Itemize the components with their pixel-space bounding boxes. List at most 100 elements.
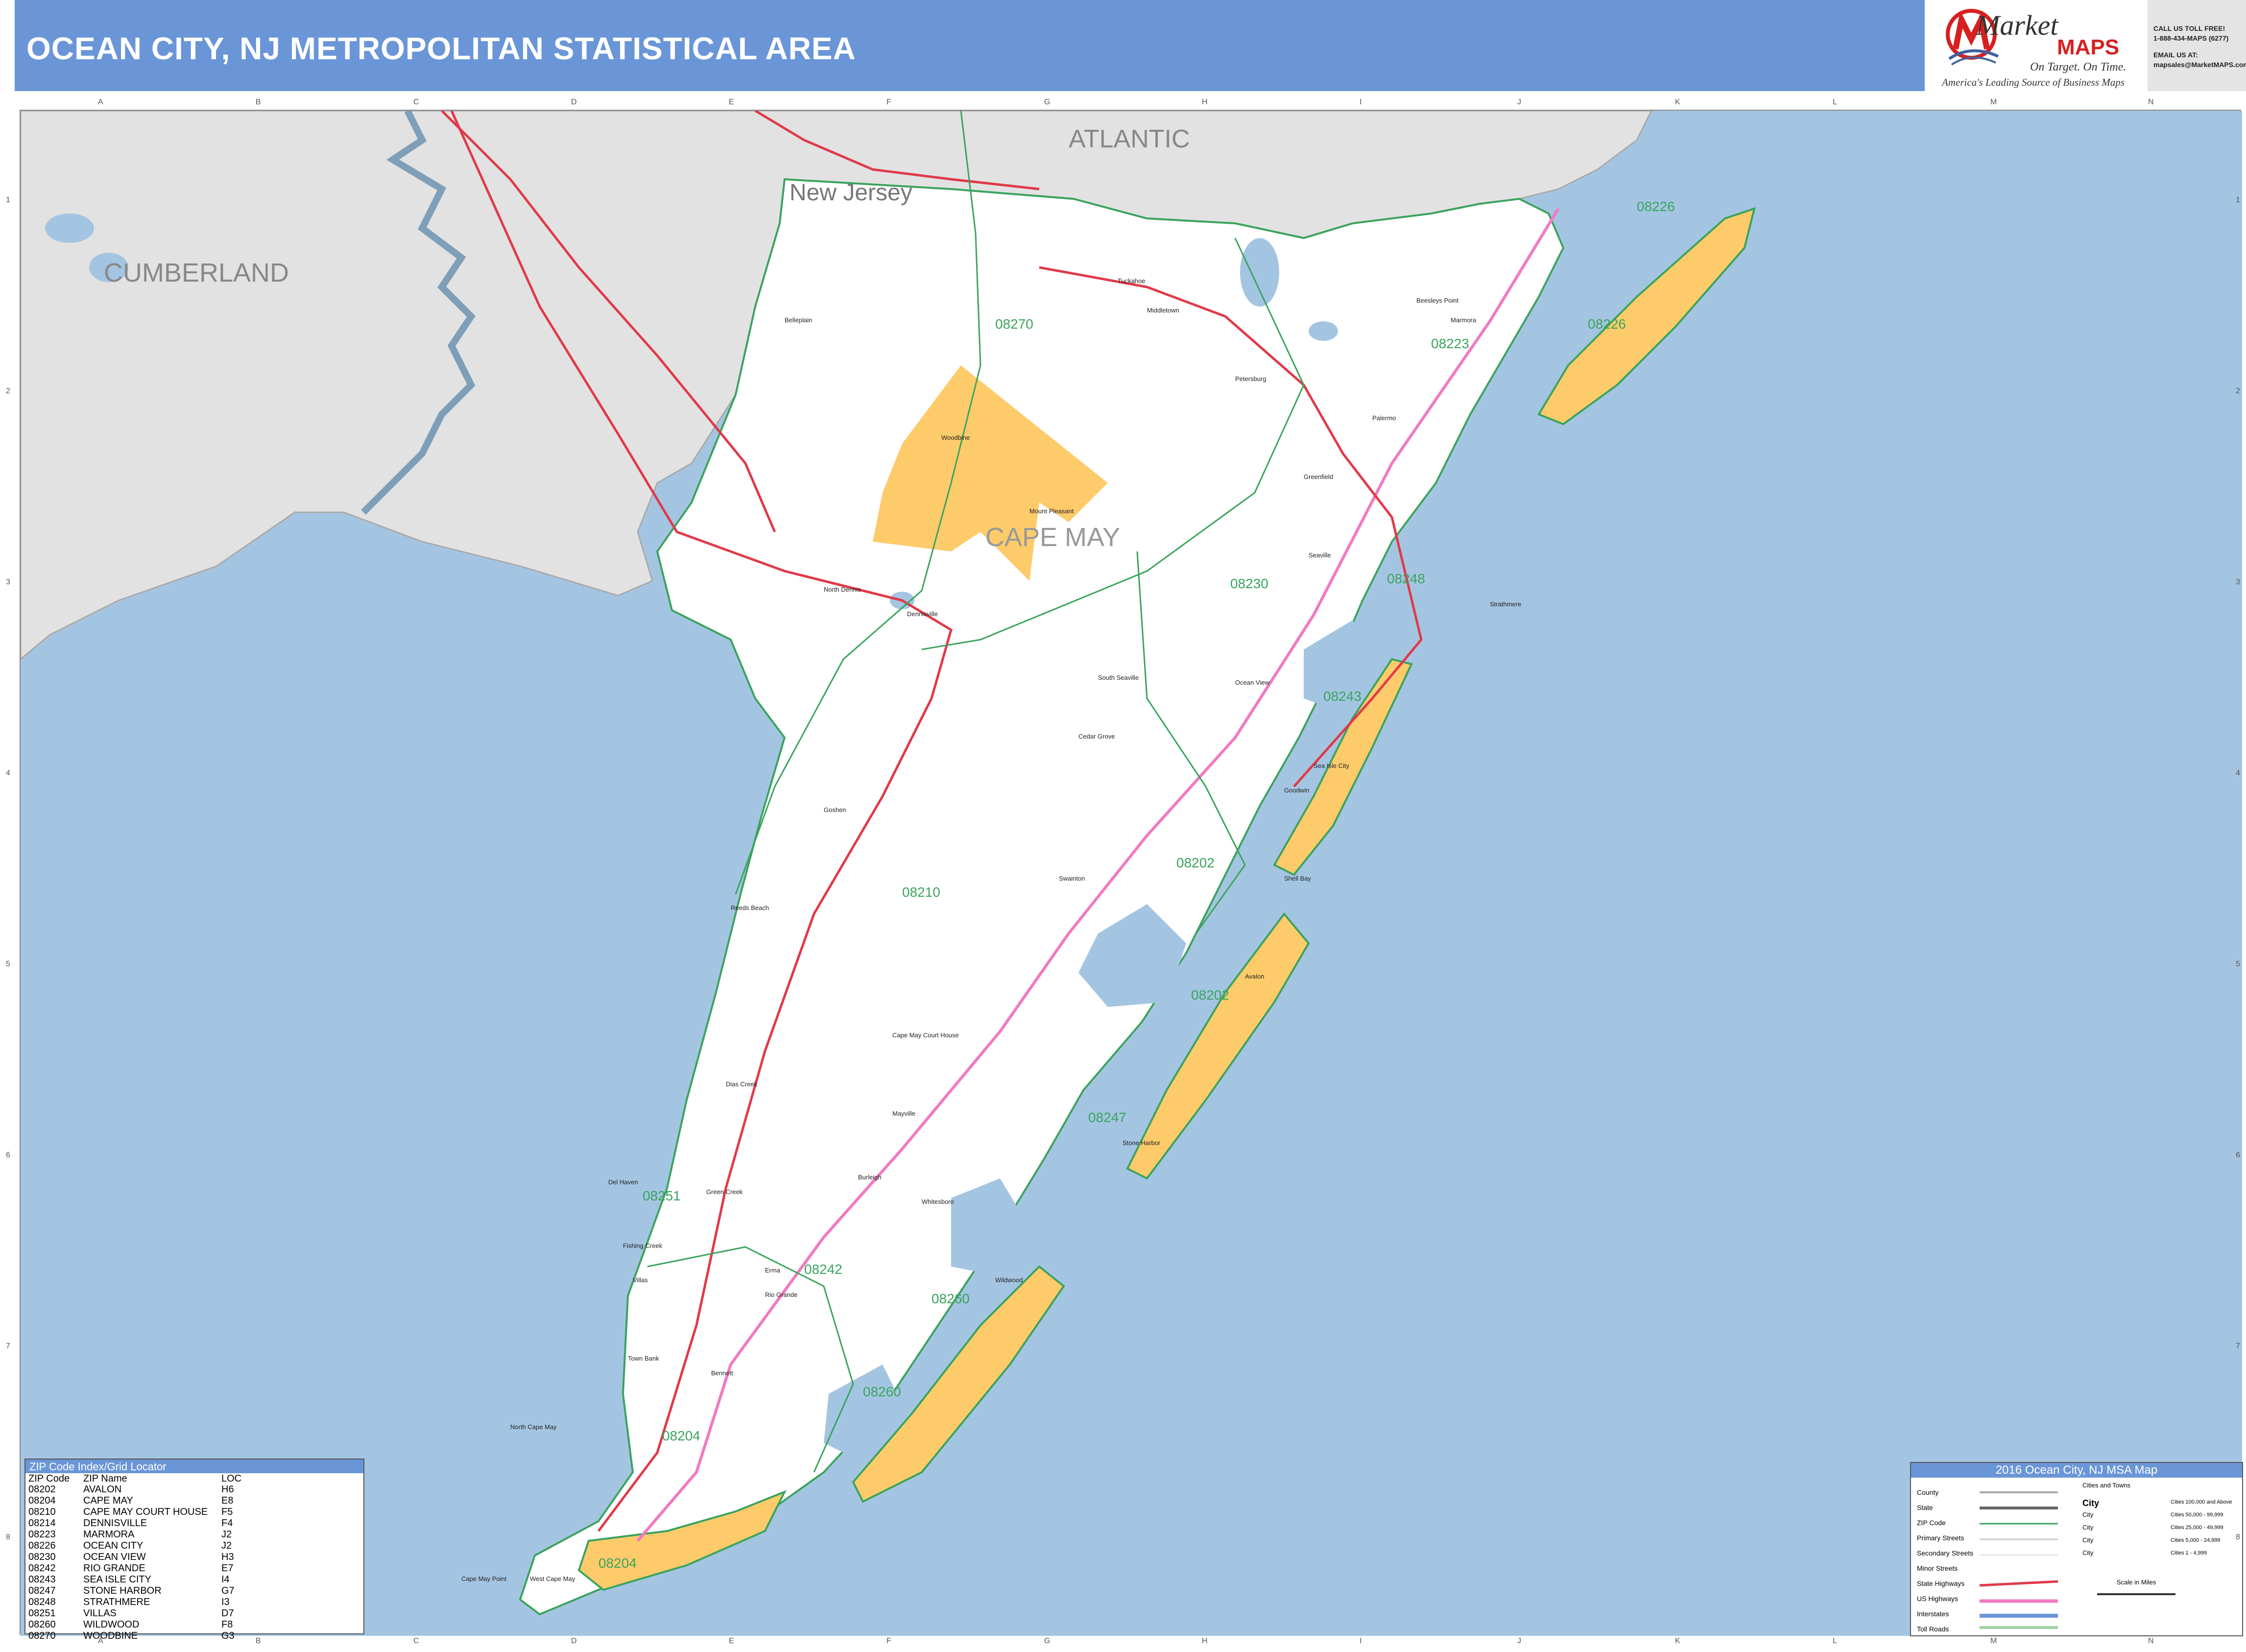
contact-phone[interactable]: 1-888-434-MAPS (6277)	[2153, 34, 2228, 42]
legend-scale: Scale in Miles	[2117, 1579, 2156, 1586]
contact-email[interactable]: mapsales@MarketMAPS.com	[2153, 61, 2246, 69]
zip-index-cell: F4	[221, 1518, 233, 1529]
header-bar: OCEAN CITY, NJ METROPOLITAN STATISTICAL …	[15, 0, 1925, 91]
town-label: Marmora	[1451, 316, 1477, 324]
zip-label: 08210	[902, 885, 940, 900]
zip-index-cell: RIO GRANDE	[83, 1563, 145, 1574]
grid-number: 5	[2236, 960, 2240, 968]
zip-index-cell: H3	[221, 1552, 234, 1562]
zip-index-cell: AVALON	[83, 1484, 122, 1495]
town-label: Strathmere	[1490, 600, 1522, 608]
town-label: Rio Grande	[765, 1291, 798, 1298]
zip-index-cell: J2	[221, 1529, 232, 1540]
town-label: Whitesboro	[922, 1198, 954, 1205]
zip-index-cell: 08214	[28, 1518, 56, 1529]
zip-label: 08270	[995, 316, 1033, 332]
zip-index-cell: 08247	[28, 1585, 56, 1596]
zip-index-cell: 08248	[28, 1597, 56, 1607]
grid-number: 8	[6, 1533, 10, 1541]
grid-number: 7	[6, 1342, 10, 1350]
zip-label: 08204	[598, 1556, 637, 1571]
grid-number: 1	[2236, 196, 2240, 204]
grid-number: 8	[2236, 1533, 2240, 1541]
grid-letter: D	[571, 98, 577, 106]
town-label: Goshen	[824, 806, 846, 814]
zip-index-row: 08270 WOODBINE G3	[25, 1630, 363, 1642]
logo-slogan: On Target. On Time.	[2030, 61, 2127, 73]
zip-label: 08251	[643, 1188, 681, 1203]
zip-index-table: ZIP Code Index/Grid Locator ZIP Code ZIP…	[24, 1459, 364, 1641]
grid-letter: M	[1990, 1637, 1997, 1645]
zip-index-cell: OCEAN VIEW	[83, 1552, 146, 1562]
town-label: Swainton	[1059, 875, 1085, 882]
grid-letter: H	[1202, 98, 1208, 106]
town-label: South Seaville	[1098, 674, 1139, 681]
town-label: Reeds Beach	[731, 904, 769, 911]
zip-index-row: 08247 STONE HARBOR G7	[25, 1585, 363, 1597]
lake	[1309, 321, 1338, 341]
grid-letter: A	[98, 98, 103, 106]
marketmaps-logo[interactable]: Market MAPS On Target. On Time. America'…	[1927, 0, 2148, 91]
zip-index-cell: I3	[221, 1597, 230, 1607]
logo-word-maps: MAPS	[2057, 35, 2120, 59]
map-title: OCEAN CITY, NJ METROPOLITAN STATISTICAL …	[26, 31, 856, 66]
grid-letter: F	[886, 98, 891, 106]
zip-index-cell: 08251	[28, 1608, 56, 1619]
grid-letter: N	[2148, 1637, 2154, 1645]
zip-index-cell: CAPE MAY	[83, 1495, 133, 1506]
town-label: Palermo	[1372, 414, 1396, 422]
town-label: Middletown	[1147, 307, 1179, 314]
grid-letter: F	[886, 1637, 891, 1645]
zip-index-cell: G7	[221, 1585, 235, 1596]
zip-index-cell: WOODBINE	[83, 1630, 138, 1641]
grid-letter: J	[1517, 1637, 1521, 1645]
town-label: Del Haven	[608, 1178, 638, 1186]
town-label: Petersburg	[1235, 375, 1266, 383]
grid-letter: J	[1517, 98, 1521, 106]
town-label: Burleigh	[858, 1173, 882, 1181]
town-label: Ocean View	[1235, 679, 1269, 686]
grid-number: 2	[6, 387, 10, 395]
town-label: Goodwin	[1284, 787, 1310, 794]
grid-letter: I	[1360, 1637, 1362, 1645]
grid-letter: G	[1044, 1637, 1051, 1645]
logo-tagline: America's Leading Source of Business Map…	[1942, 76, 2125, 88]
zip-index-cell: 08204	[28, 1495, 56, 1506]
zip-index-cell: 08230	[28, 1552, 56, 1562]
zip-label: 08243	[1323, 689, 1362, 704]
grid-letter: G	[1044, 98, 1051, 106]
zip-index-cell: 08270	[28, 1630, 56, 1641]
zip-index-row: 08226 OCEAN CITY J2	[25, 1540, 363, 1552]
zip-index-col-header: LOC	[221, 1473, 242, 1484]
zip-index-cell: STONE HARBOR	[83, 1585, 162, 1596]
zip-index-col-header: ZIP Code	[28, 1473, 70, 1484]
county-label: CUMBERLAND	[104, 258, 289, 287]
map-canvas[interactable]: New Jersey ATLANTIC CUMBERLAND CAPE MAY 0827…	[20, 110, 2242, 1636]
grid-letter: I	[1360, 98, 1362, 106]
zip-index-cell: 08260	[28, 1619, 56, 1630]
zip-index-row: 08242 RIO GRANDE E7	[25, 1563, 363, 1574]
zip-index-cell: I4	[221, 1574, 230, 1585]
zip-index-cell: F8	[221, 1619, 233, 1630]
zip-index-row: 08230 OCEAN VIEW H3	[25, 1552, 363, 1563]
grid-letter: C	[413, 1637, 419, 1645]
zip-label: 08204	[662, 1428, 700, 1443]
zip-index-row: 08248 STRATHMERE I3	[25, 1597, 363, 1608]
town-label: Mount Pleasant	[1029, 507, 1074, 515]
grid-number: 3	[6, 578, 10, 586]
town-label: Woodbine	[941, 434, 970, 441]
zip-label: 08223	[1431, 336, 1469, 351]
map-legend: 2016 Ocean City, NJ MSA Map Cities and T…	[1910, 1462, 2243, 1636]
zip-label: 08242	[804, 1262, 842, 1277]
grid-letter: H	[1202, 1637, 1208, 1645]
grid-letter: K	[1675, 98, 1680, 106]
town-label: Belleplain	[785, 316, 812, 324]
town-label: Avalon	[1245, 973, 1265, 980]
grid-letter: E	[729, 1637, 734, 1645]
town-label: Mayville	[892, 1110, 915, 1117]
zip-index-cell: H6	[221, 1484, 234, 1495]
lake	[1240, 238, 1279, 307]
town-label: Villas	[633, 1276, 648, 1284]
town-label: Seaville	[1309, 551, 1331, 559]
grid-letter: E	[729, 98, 734, 106]
